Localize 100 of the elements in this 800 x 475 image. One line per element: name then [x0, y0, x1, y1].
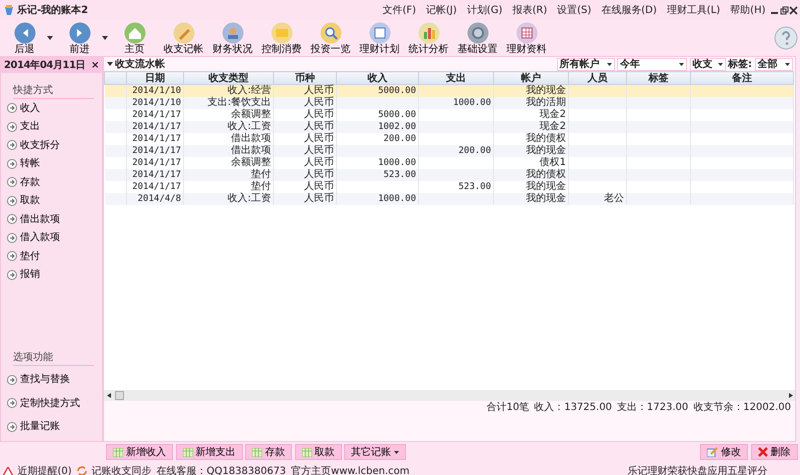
caret-icon	[679, 62, 684, 66]
warning-icon	[2, 466, 12, 475]
column-header[interactable]: 标签	[626, 72, 690, 84]
summary-text: 支出：1723.00	[616, 400, 688, 415]
table-cell: 余额调整	[231, 108, 271, 120]
shortcut-item[interactable]: 垫付	[1, 247, 102, 266]
table-row[interactable]: 2014/1/10 收入:经营 人民币 5000.00 我的现金	[104, 84, 794, 96]
toolbar-button[interactable]: 主页	[112, 22, 156, 54]
tag-dropdown[interactable]: 全部	[754, 58, 792, 70]
toolbar-button[interactable]: 后退	[2, 22, 46, 54]
shortcut-item[interactable]: 取款	[1, 192, 102, 210]
filter-dropdown[interactable]: 今年	[617, 58, 687, 70]
filter-dropdown[interactable]: 收支	[690, 58, 726, 70]
filter-dropdown[interactable]: 所有帐户	[556, 58, 614, 70]
table-row[interactable]: 2014/1/17 收入:工资 人民币 1002.00 现金2	[104, 120, 794, 132]
entry-button[interactable]: 其它记账	[344, 444, 406, 460]
close-button[interactable]: ×	[91, 58, 99, 72]
shortcut-item[interactable]: 查找与替换	[1, 370, 102, 389]
shortcut-item[interactable]: 收支拆分	[1, 136, 102, 154]
toolbar-button[interactable]: 投资一览	[308, 22, 352, 54]
column-header[interactable]: 备注	[690, 72, 794, 84]
action-button[interactable]: 删除	[750, 444, 798, 460]
gear-icon	[466, 22, 488, 44]
menu-item[interactable]: 在线服务(D)	[596, 2, 662, 18]
table-cell: 2014/1/17	[132, 158, 181, 168]
shortcut-item[interactable]: 存款	[1, 173, 102, 192]
homepage-link[interactable]: 官方主页www.lcben.com	[291, 464, 410, 475]
shortcut-item[interactable]: 借入款项	[1, 228, 102, 247]
arrow-circle-icon	[7, 422, 17, 432]
grid-icon	[302, 448, 312, 456]
shortcut-item[interactable]: 收入	[1, 99, 102, 118]
table-cell: 5000.00	[378, 110, 416, 120]
toolbar-button[interactable]: 财务状况	[210, 22, 254, 54]
close-icon	[788, 6, 798, 14]
table-row[interactable]: 2014/1/17 借出款项 人民币 200.00 我的现金	[104, 144, 794, 156]
arrow-circle-icon	[7, 158, 17, 169]
menu-item[interactable]: 计划(G)	[462, 2, 508, 18]
toolbar-button[interactable]: 控制消费	[260, 22, 304, 54]
menu-item[interactable]: 设置(S)	[552, 2, 596, 18]
menu-item[interactable]: 文件(F)	[377, 2, 422, 18]
reminder-link[interactable]: 近期提醒(0)	[18, 464, 72, 475]
arrow-circle-icon	[7, 270, 17, 280]
table-cell: 垫付	[251, 168, 271, 180]
table-cell: 1000.00	[453, 98, 491, 108]
table-row[interactable]: 2014/4/8 收入:工资 人民币 1000.00 我的现金 老公	[104, 192, 794, 204]
service-text: 在线客服：QQ1838380673	[156, 464, 286, 475]
column-header[interactable]: 收支类型	[184, 72, 274, 84]
forward-icon	[68, 22, 90, 44]
toolbar-button[interactable]: 统计分析	[406, 22, 450, 54]
shortcut-item[interactable]: 定制快捷方式	[1, 394, 102, 412]
entry-button[interactable]: 新增收入	[106, 444, 173, 460]
arrow-circle-icon	[7, 374, 17, 385]
arrow-circle-icon	[7, 232, 17, 243]
toolbar-button[interactable]: 理财资料	[504, 22, 548, 54]
toolbar-button[interactable]: 基础设置	[456, 22, 500, 54]
table-cell: 借出款项	[231, 132, 271, 144]
table-cell: 我的现金	[526, 84, 566, 96]
entry-button[interactable]: 存款	[245, 444, 292, 460]
table-cell: 2014/1/17	[132, 146, 181, 156]
arrow-circle-icon	[7, 140, 17, 150]
summary-text: 合计10笔	[486, 400, 530, 415]
table-cell: 我的现金	[526, 192, 566, 204]
column-header[interactable]: 收入	[336, 72, 418, 84]
table-cell: 2014/1/17	[132, 170, 181, 180]
shortcut-item[interactable]: 批量记账	[1, 418, 102, 436]
table-row[interactable]: 2014/1/10 支出:餐饮支出 人民币 1000.00 我的活期	[104, 96, 794, 108]
scroll-thumb[interactable]	[114, 391, 124, 400]
shortcut-item[interactable]: 报销	[1, 266, 102, 284]
menu-item[interactable]: 记帐(J)	[421, 2, 462, 18]
table-cell: 人民币	[304, 156, 334, 168]
shortcut-item[interactable]: 支出	[1, 118, 102, 136]
arrow-circle-icon	[7, 251, 17, 262]
shortcut-item[interactable]: 借出款项	[1, 210, 102, 228]
shortcut-item[interactable]: 转帐	[1, 154, 102, 173]
table-cell: 余额调整	[231, 156, 271, 168]
toolbar-button[interactable]: 理财计划	[358, 22, 402, 54]
action-button[interactable]: 修改	[700, 444, 748, 460]
column-header[interactable]: 人员	[568, 72, 626, 84]
column-header[interactable]: 日期	[126, 72, 184, 84]
menu-item[interactable]: 报表(R)	[507, 2, 552, 18]
entry-button[interactable]: 新增支出	[176, 444, 242, 460]
table-cell: 我的活期	[526, 96, 566, 108]
mail-icon	[270, 22, 292, 44]
horizontal-scrollbar[interactable]	[104, 390, 795, 401]
arrow-circle-icon	[7, 196, 17, 206]
column-header[interactable]: 币种	[274, 72, 336, 84]
scroll-right-icon	[788, 393, 792, 398]
column-header[interactable]: 支出	[418, 72, 494, 84]
table-row[interactable]: 2014/1/17 垫付 人民币 523.00 我的债权	[104, 168, 794, 180]
toolbar-button[interactable]: 收支记帐	[162, 22, 206, 54]
entry-button[interactable]: 取款	[294, 444, 342, 460]
table-cell: 2014/1/10	[132, 98, 181, 108]
table-cell: 人民币	[304, 144, 334, 156]
toolbar-button[interactable]: 前进	[58, 22, 102, 54]
menu-item[interactable]: 理财工具(L)	[662, 2, 726, 18]
table-cell: 2014/1/10	[132, 86, 181, 96]
menu-item[interactable]: 帮助(H)	[725, 2, 770, 18]
column-header[interactable]: 帐户	[494, 72, 568, 84]
sync-link[interactable]: 记账收支同步	[92, 464, 152, 475]
rating-link[interactable]: 乐记理财荣获快盘应用五星评分	[628, 464, 768, 475]
